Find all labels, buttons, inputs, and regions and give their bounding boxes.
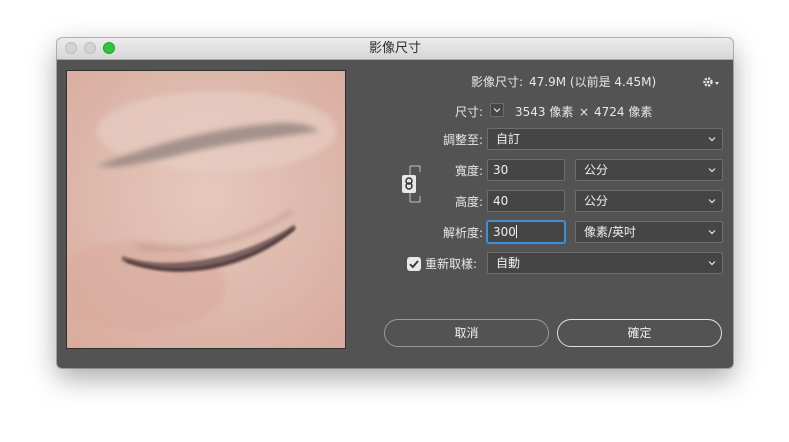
image-size-value: 47.9M (以前是 4.45M) xyxy=(529,75,657,89)
image-size-dialog: 影像尺寸 影像尺寸: 47.9M (以前是 4.45M) 尺寸: 3543 像素… xyxy=(57,38,733,368)
resolution-unit-select[interactable]: 像素/英吋 xyxy=(575,221,723,243)
dimensions-height: 4724 像素 xyxy=(594,105,653,119)
chevron-down-icon xyxy=(708,168,716,173)
gear-icon[interactable] xyxy=(702,75,720,89)
chevron-down-icon xyxy=(493,108,501,113)
chevron-down-icon xyxy=(708,261,716,266)
dimensions-times: × xyxy=(579,105,590,119)
chevron-down-icon xyxy=(708,230,716,235)
resample-method-select[interactable]: 自動 xyxy=(487,252,723,274)
resample-label: 重新取樣: xyxy=(425,257,478,271)
dimensions-width: 3543 像素 xyxy=(515,105,574,119)
resample-checkbox[interactable] xyxy=(407,257,421,271)
dimensions-unit-toggle[interactable] xyxy=(490,103,504,117)
height-unit-value: 公分 xyxy=(584,194,609,208)
height-unit-select[interactable]: 公分 xyxy=(575,190,723,212)
dimensions-label: 尺寸: xyxy=(454,105,483,119)
chevron-down-icon xyxy=(708,137,716,142)
eye-preview-image xyxy=(67,71,345,348)
resolution-input[interactable]: 300 xyxy=(487,221,565,243)
width-unit-value: 公分 xyxy=(584,163,609,177)
resolution-value: 300 xyxy=(493,225,516,239)
text-caret xyxy=(515,225,517,238)
resolution-label: 解析度: xyxy=(442,226,483,240)
fit-to-select[interactable]: 自訂 xyxy=(487,128,723,150)
image-size-label: 影像尺寸: xyxy=(470,75,523,89)
window-title: 影像尺寸 xyxy=(368,41,421,56)
ok-button[interactable]: 確定 xyxy=(557,319,722,347)
width-label: 寬度: xyxy=(454,164,483,178)
fit-to-value: 自訂 xyxy=(496,132,521,146)
chevron-down-icon xyxy=(708,199,716,204)
height-input[interactable]: 40 xyxy=(487,190,565,212)
resolution-unit-value: 像素/英吋 xyxy=(584,225,637,239)
resample-method-value: 自動 xyxy=(496,256,521,270)
height-label: 高度: xyxy=(454,195,483,209)
checkmark-icon xyxy=(409,260,419,269)
width-unit-select[interactable]: 公分 xyxy=(575,159,723,181)
cancel-button[interactable]: 取消 xyxy=(384,319,549,347)
fit-to-label: 調整至: xyxy=(442,133,483,147)
title-bar: 影像尺寸 xyxy=(57,38,733,60)
image-preview[interactable] xyxy=(66,70,346,349)
width-input[interactable]: 30 xyxy=(487,159,565,181)
